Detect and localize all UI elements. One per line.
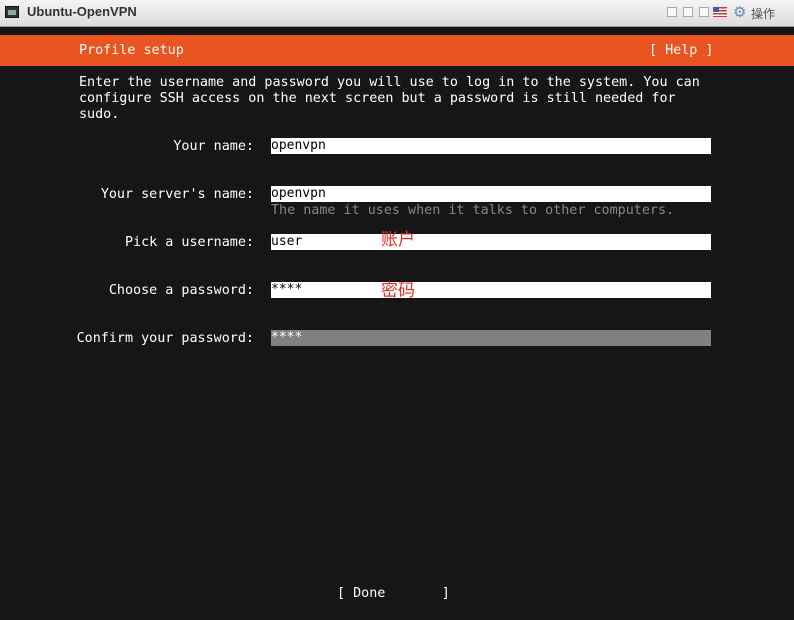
gear-icon[interactable]: ⚙ — [733, 3, 746, 21]
installer-header: Profile setup [ Help ] — [0, 35, 794, 66]
confirm-password-label: Confirm your password: — [76, 331, 254, 346]
keyboard-layout-flag-icon[interactable] — [713, 7, 727, 17]
window-title: Ubuntu-OpenVPN — [27, 4, 137, 19]
page-title: Profile setup — [79, 43, 184, 58]
intro-text: Enter the username and password you will… — [79, 75, 700, 122]
confirm-password-field[interactable]: **** — [271, 330, 711, 346]
restore-icon[interactable] — [683, 7, 693, 17]
terminal-icon — [5, 6, 19, 18]
server-name-label: Your server's name: — [100, 187, 254, 202]
maximize-icon[interactable] — [699, 7, 709, 17]
console-screen: Profile setup [ Help ] Enter the usernam… — [0, 27, 794, 620]
window-titlebar: Ubuntu-OpenVPN ⚙ 操作 — [0, 0, 794, 27]
name-field[interactable]: openvpn — [271, 138, 711, 154]
name-label: Your name: — [173, 139, 254, 154]
actions-menu[interactable]: 操作 — [751, 5, 775, 22]
password-field[interactable]: **** — [271, 282, 711, 298]
minimize-icon[interactable] — [667, 7, 677, 17]
account-annotation: 账户 — [381, 230, 415, 250]
help-button[interactable]: [ Help ] — [649, 43, 714, 58]
server-name-hint: The name it uses when it talks to other … — [271, 203, 675, 218]
password-label: Choose a password: — [108, 283, 254, 298]
password-annotation: 密码 — [381, 281, 415, 301]
username-label: Pick a username: — [125, 235, 254, 250]
username-field[interactable]: user — [271, 234, 711, 250]
server-name-field[interactable]: openvpn — [271, 186, 711, 202]
done-button[interactable]: [ Done ] — [337, 586, 450, 601]
